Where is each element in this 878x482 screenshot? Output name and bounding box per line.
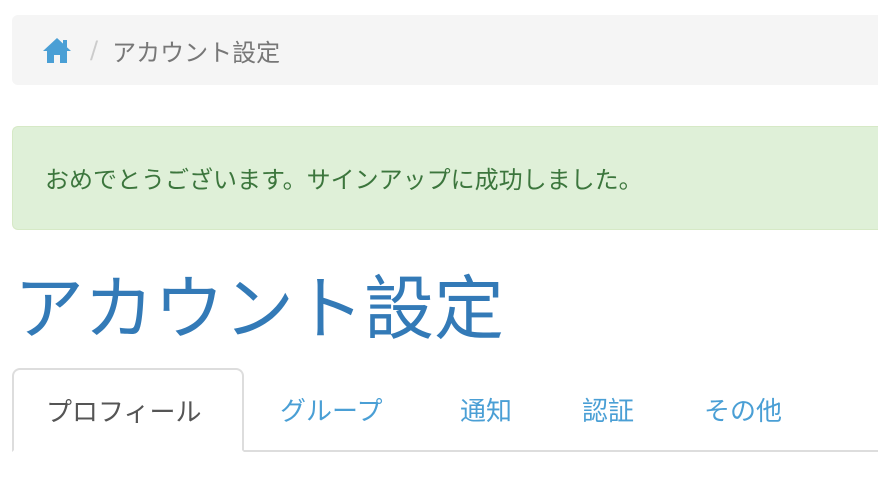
tab-other[interactable]: その他 [674,368,794,450]
home-icon[interactable] [42,35,72,65]
tab-authentication[interactable]: 認証 [550,368,674,450]
success-alert: おめでとうございます。サインアップに成功しました。 [12,126,878,230]
tab-notifications[interactable]: 通知 [424,368,550,450]
tab-profile[interactable]: プロフィール [12,368,244,452]
breadcrumb: / アカウント設定 [12,15,878,85]
tab-groups[interactable]: グループ [244,368,424,450]
tab-bar: プロフィール グループ 通知 認証 その他 [12,368,878,452]
breadcrumb-current: アカウント設定 [112,38,281,67]
breadcrumb-separator: / [90,36,99,64]
alert-message: おめでとうございます。サインアップに成功しました。 [45,165,643,194]
page-title: アカウント設定 [14,268,504,350]
